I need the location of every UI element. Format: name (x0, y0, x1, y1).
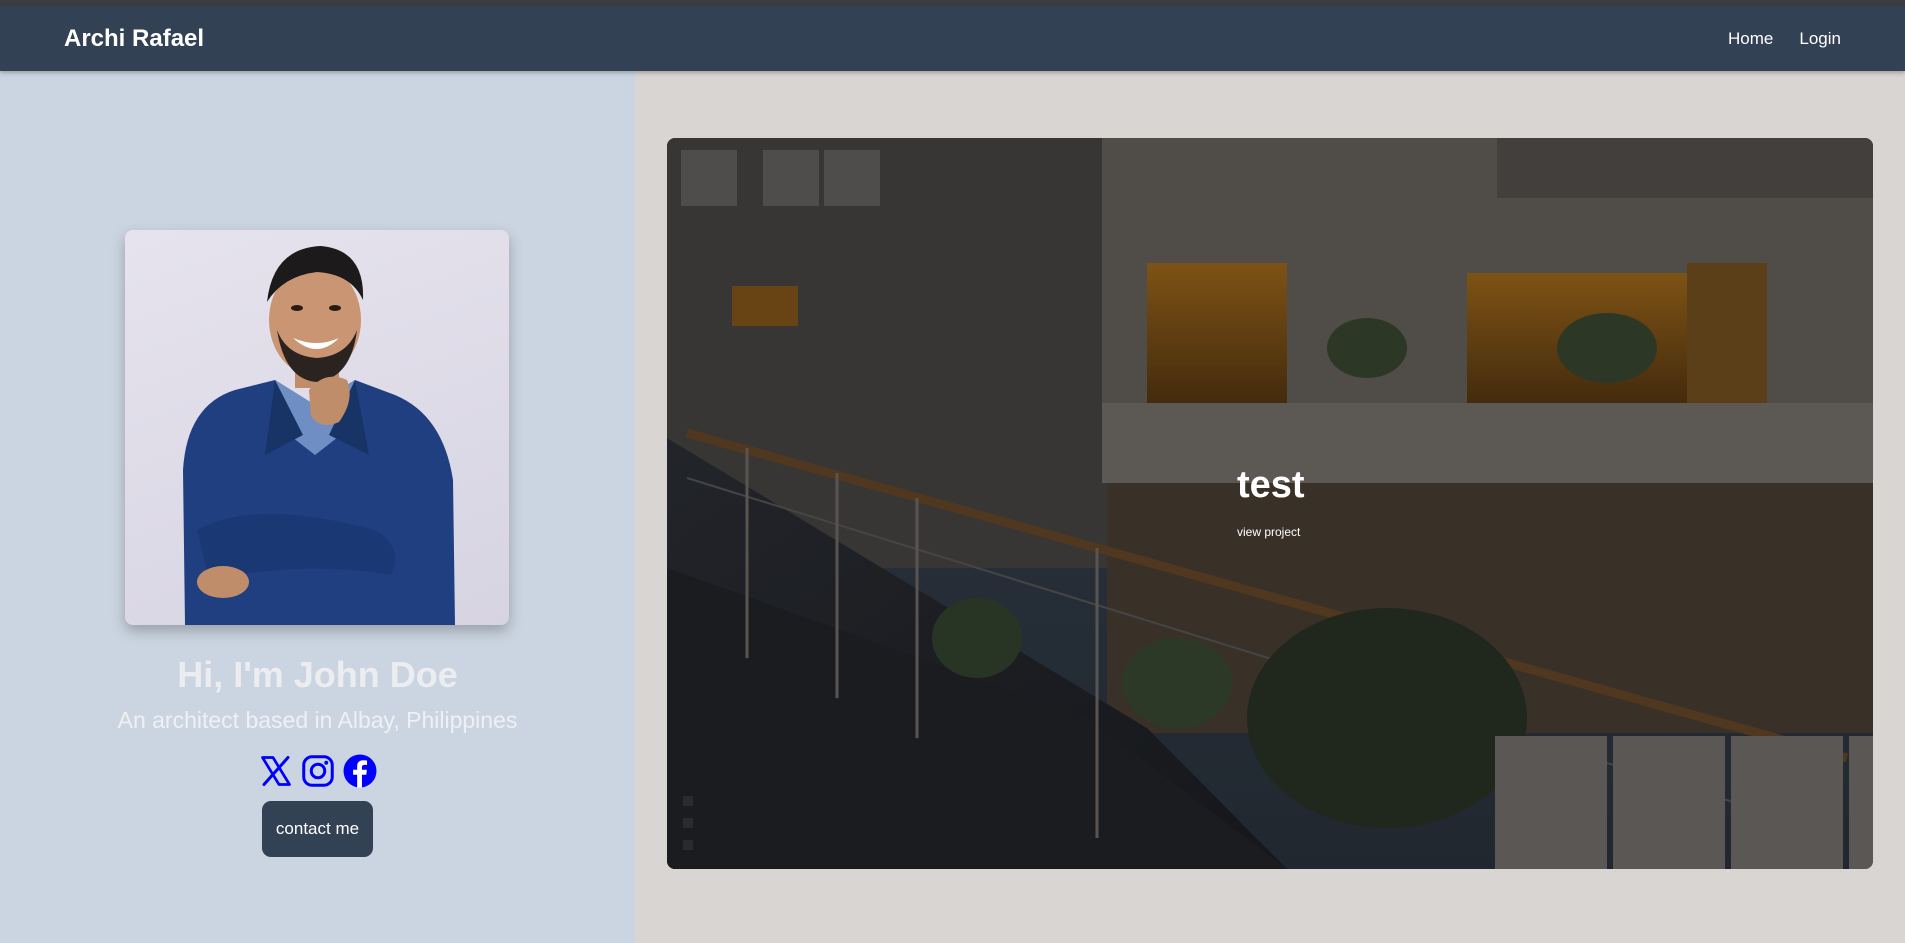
projects-panel: test view project (635, 71, 1905, 943)
nav-login-link[interactable]: Login (1799, 29, 1841, 49)
x-icon[interactable] (258, 753, 294, 789)
instagram-icon[interactable] (300, 753, 336, 789)
hero-heading: Hi, I'm John Doe (177, 654, 458, 695)
project-title: test (1237, 464, 1305, 506)
project-card[interactable]: test view project (667, 138, 1873, 869)
view-project-link[interactable]: view project (1237, 525, 1300, 539)
social-links (0, 753, 635, 789)
navbar: Archi Rafael Home Login (0, 6, 1905, 71)
profile-panel: Hi, I'm John Doe An architect based in A… (0, 71, 635, 943)
hero-subtitle: An architect based in Albay, Philippines (117, 707, 518, 733)
avatar (125, 230, 509, 625)
nav-links: Home Login (1728, 29, 1841, 49)
facebook-icon[interactable] (342, 753, 378, 789)
brand-logo[interactable]: Archi Rafael (64, 25, 204, 53)
contact-button[interactable]: contact me (262, 801, 373, 857)
nav-home-link[interactable]: Home (1728, 29, 1773, 49)
